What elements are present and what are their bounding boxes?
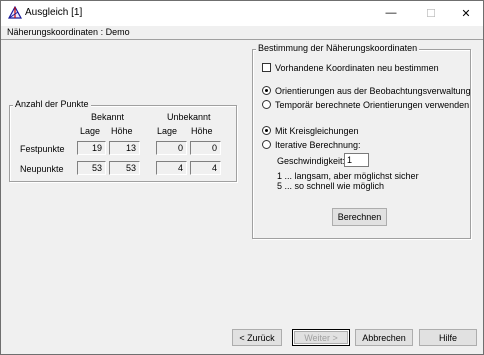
orientation-observed-label[interactable]: Orientierungen aus der Beobachtungsverwa…: [275, 86, 471, 96]
recompute-coordinates-checkbox[interactable]: [262, 63, 271, 72]
unknown-header: Unbekannt: [167, 112, 211, 122]
help-button[interactable]: Hilfe: [419, 329, 477, 346]
maximize-button: ☐: [426, 7, 436, 20]
close-button[interactable]: ✕: [449, 3, 483, 23]
unknown-lage-header: Lage: [157, 126, 178, 136]
neupunkte-unknown-lage: 4: [156, 161, 187, 175]
points-count-group: Anzahl der Punkte Bekannt Unbekannt Lage…: [9, 99, 237, 182]
orientation-observed-radio[interactable]: [262, 86, 271, 95]
known-lage-header: Lage: [80, 126, 101, 136]
cancel-button[interactable]: Abbrechen: [355, 329, 413, 346]
unknown-hoehe-header: Höhe: [191, 126, 213, 136]
next-button: Weiter >: [292, 329, 350, 346]
window-title: Ausgleich [1]: [25, 7, 83, 18]
recompute-coordinates-label[interactable]: Vorhandene Koordinaten neu bestimmen: [275, 63, 439, 73]
neupunkte-known-hoehe: 53: [109, 161, 140, 175]
row-label-neupunkte: Neupunkte: [20, 164, 64, 174]
points-group-title: Anzahl der Punkte: [13, 99, 91, 109]
app-logo-icon: [8, 6, 22, 19]
known-header: Bekannt: [91, 112, 125, 122]
festpunkte-known-hoehe: 13: [109, 141, 140, 155]
speed-input[interactable]: 1: [344, 153, 369, 167]
neupunkte-unknown-hoehe: 4: [190, 161, 221, 175]
orientation-temp-radio[interactable]: [262, 100, 271, 109]
speed-label: Geschwindigkeit:: [277, 156, 346, 166]
title-bar[interactable]: Ausgleich [1] — ☐ ✕: [1, 1, 483, 26]
known-hoehe-header: Höhe: [111, 126, 133, 136]
page-title: Näherungskoordinaten : Demo: [7, 27, 130, 37]
circle-equations-label[interactable]: Mit Kreisgleichungen: [275, 126, 359, 136]
neupunkte-known-lage: 53: [77, 161, 106, 175]
iterative-calc-label[interactable]: Iterative Berechnung:: [275, 140, 361, 150]
dialog-window: Ausgleich [1] — ☐ ✕ Näherungskoordinaten…: [0, 0, 484, 355]
speed-hint-slow: 1 ... langsam, aber möglichst sicher: [277, 171, 419, 181]
approx-coordinates-group: Bestimmung der Näherungskoordinaten Vorh…: [252, 43, 471, 239]
settings-group-title: Bestimmung der Näherungskoordinaten: [256, 43, 420, 53]
row-label-festpunkte: Festpunkte: [20, 144, 65, 154]
page-header: Näherungskoordinaten : Demo: [1, 26, 483, 40]
circle-equations-radio[interactable]: [262, 126, 271, 135]
festpunkte-unknown-hoehe: 0: [190, 141, 221, 155]
back-button[interactable]: < Zurück: [232, 329, 282, 346]
compute-button[interactable]: Berechnen: [332, 208, 387, 226]
orientation-temp-label[interactable]: Temporär berechnete Orientierungen verwe…: [275, 100, 469, 110]
festpunkte-unknown-lage: 0: [156, 141, 187, 155]
festpunkte-known-lage: 19: [77, 141, 106, 155]
minimize-button[interactable]: —: [374, 3, 408, 23]
iterative-calc-radio[interactable]: [262, 140, 271, 149]
speed-hint-fast: 5 ... so schnell wie möglich: [277, 181, 385, 191]
